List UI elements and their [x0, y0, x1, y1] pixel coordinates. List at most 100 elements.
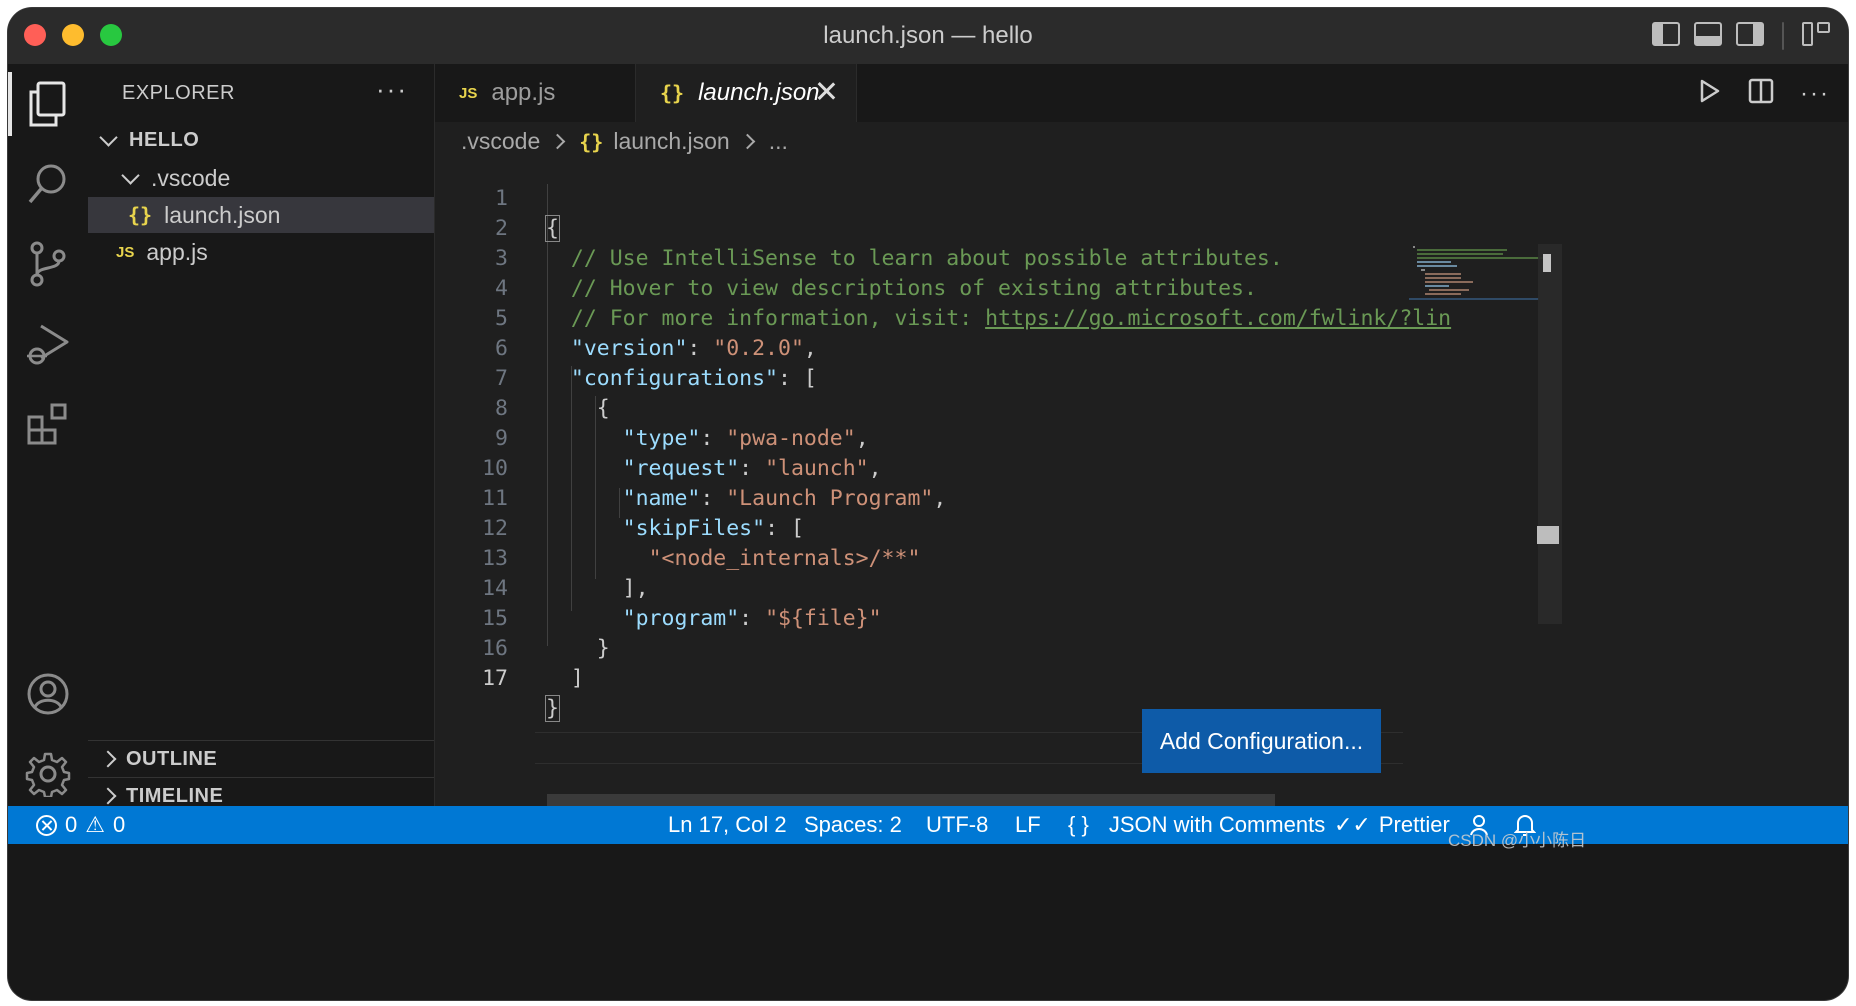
activity-bar	[8, 64, 89, 806]
layout-controls	[1652, 22, 1830, 50]
run-debug-icon[interactable]	[8, 304, 88, 384]
chevron-right-icon	[99, 750, 117, 768]
formatter-label: Prettier	[1378, 812, 1450, 837]
toggle-secondary-sidebar-icon[interactable]	[1736, 22, 1764, 46]
split-editor-icon[interactable]	[1748, 78, 1774, 109]
source-control-icon[interactable]	[8, 224, 88, 304]
sidebar-title: EXPLORER	[122, 82, 235, 104]
code-line: 4 // For more information, visit: https:…	[435, 244, 1451, 331]
extensions-icon[interactable]	[8, 384, 88, 464]
json-file-icon: {}	[128, 203, 153, 227]
code-line: 7 {	[435, 334, 1405, 421]
line-number: 17	[482, 666, 508, 691]
code-line: 8 "type": "pwa-node",	[435, 364, 1405, 451]
chevron-down-icon	[121, 165, 140, 185]
code-line: 10 "name": "Launch Program",	[435, 424, 1405, 511]
chevron-right-icon	[739, 133, 755, 150]
code-line: 3 // Hover to view descriptions of exist…	[435, 214, 1405, 301]
encoding-setting[interactable]: UTF-8	[926, 810, 988, 840]
toggle-panel-icon[interactable]	[1694, 22, 1722, 46]
language-mode[interactable]: { } JSON with Comments	[1068, 810, 1325, 840]
close-icon[interactable]	[814, 78, 838, 102]
code-line: 17 }	[435, 634, 1405, 722]
breadcrumb-symbol[interactable]: ...	[769, 128, 788, 155]
prettier-status[interactable]: ✓✓ Prettier	[1334, 810, 1450, 840]
settings-gear-icon[interactable]	[8, 734, 88, 814]
warning-icon: ⚠	[85, 812, 105, 837]
add-configuration-button[interactable]: Add Configuration...	[1142, 709, 1381, 773]
tree-file-app-js[interactable]: JS app.js	[88, 234, 434, 270]
watermark-text: CSDN @小小陈日	[1448, 831, 1587, 850]
more-actions-icon[interactable]: ···	[376, 74, 408, 105]
breadcrumb-folder[interactable]: .vscode	[461, 128, 540, 155]
title-bar: launch.json — hello	[8, 8, 1848, 65]
tab-launch-json[interactable]: {} launch.json	[636, 64, 857, 122]
javascript-file-icon: JS	[116, 243, 135, 261]
language-label: JSON with Comments	[1108, 812, 1326, 837]
explorer-icon[interactable]	[8, 64, 88, 144]
scrollbar-marker	[1543, 254, 1551, 272]
root-folder-label: HELLO	[129, 128, 200, 151]
chevron-down-icon	[99, 127, 118, 147]
indentation-setting[interactable]: Spaces: 2	[804, 810, 902, 840]
code-line: 11 "skipFiles": [	[435, 454, 1405, 541]
run-icon[interactable]	[1698, 78, 1722, 109]
error-icon	[36, 814, 57, 836]
tab-bar: JS app.js {} launch.json ···	[435, 64, 1848, 122]
vertical-scrollbar[interactable]	[1538, 244, 1562, 624]
warning-count: 0	[112, 812, 126, 837]
code-line: 12 "<node_internals>/**"	[435, 484, 1405, 571]
code-line: 5 "version": "0.2.0",	[435, 274, 1405, 361]
search-icon[interactable]	[8, 144, 88, 224]
outline-section[interactable]: OUTLINE	[88, 740, 434, 777]
tree-folder-vscode[interactable]: .vscode	[88, 160, 434, 196]
javascript-file-icon: JS	[459, 84, 478, 102]
tab-app-js[interactable]: JS app.js	[435, 64, 636, 122]
toggle-primary-sidebar-icon[interactable]	[1652, 22, 1680, 46]
tree-file-launch-json[interactable]: {} launch.json	[88, 197, 434, 233]
code-text: }	[545, 695, 560, 722]
editor-group: JS app.js {} launch.json ··· .vscode {} …	[435, 64, 1848, 806]
code-line: 16 ]	[435, 604, 1405, 691]
error-count: 0	[65, 812, 78, 837]
vscode-window: launch.json — hello EXPLORER ··· HELLO .…	[8, 8, 1848, 1000]
explorer-sidebar: EXPLORER ··· HELLO .vscode {} launch.jso…	[88, 64, 435, 807]
section-label: TIMELINE	[126, 784, 224, 807]
json-file-icon: {}	[579, 129, 604, 154]
code-line: 6 "configurations": [	[435, 304, 1405, 391]
scrollbar-marker	[1537, 526, 1559, 544]
code-line: 15 }	[435, 574, 1405, 661]
account-icon[interactable]	[8, 654, 88, 734]
code-line: 13 ],	[435, 514, 1405, 601]
minimap[interactable]	[1405, 244, 1555, 300]
editor-actions: ···	[1698, 78, 1830, 109]
eol-setting[interactable]: LF	[1015, 810, 1041, 840]
file-label: launch.json	[164, 201, 281, 228]
horizontal-scrollbar[interactable]	[547, 794, 1275, 806]
tree-root-hello[interactable]: HELLO	[88, 122, 434, 158]
layout-divider	[1782, 22, 1784, 50]
customize-layout-icon[interactable]	[1802, 22, 1830, 46]
folder-label: .vscode	[151, 164, 231, 191]
breadcrumb-file[interactable]: launch.json	[613, 128, 729, 155]
problems-indicator[interactable]: 0 ⚠ 0	[36, 810, 125, 840]
breadcrumb: .vscode {} launch.json ...	[461, 128, 788, 155]
tab-label: app.js	[491, 79, 556, 106]
section-label: OUTLINE	[126, 747, 218, 770]
code-line: 2 // Use IntelliSense to learn about pos…	[435, 184, 1405, 271]
code-line: 1 {	[435, 154, 1405, 242]
code-editor[interactable]: 1 { 2 // Use IntelliSense to learn about…	[435, 154, 1845, 764]
double-check-icon: ✓✓	[1334, 812, 1371, 837]
chevron-right-icon	[99, 787, 117, 805]
chevron-right-icon	[549, 133, 566, 150]
more-actions-icon[interactable]: ···	[1800, 80, 1830, 108]
code-text: ]	[570, 666, 584, 691]
window-title: launch.json — hello	[823, 22, 1033, 49]
braces-icon: { }	[1068, 812, 1089, 837]
json-file-icon: {}	[660, 81, 685, 105]
code-line: 9 "request": "launch",	[435, 394, 1405, 481]
code-line: 14 "program": "${file}"	[435, 544, 1405, 631]
tab-label: launch.json	[698, 79, 820, 106]
cursor-position[interactable]: Ln 17, Col 2	[668, 810, 787, 840]
file-label: app.js	[146, 238, 208, 265]
